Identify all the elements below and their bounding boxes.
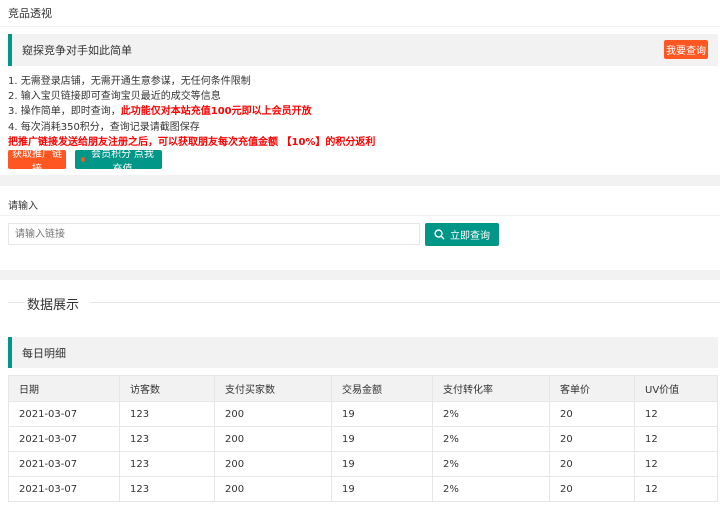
submit-query-button[interactable]: 立即查询: [425, 223, 499, 246]
table-row: 2021-03-07 123 200 19 2% 20 12: [8, 451, 718, 477]
table-cell: 200: [214, 451, 332, 477]
table-row: 2021-03-07 123 200 19 2% 20 12: [8, 401, 718, 427]
feature-item: 1. 无需登录店铺，无需开通生意参谋，无任何条件限制: [8, 76, 251, 87]
table-cell: 123: [119, 401, 215, 427]
daily-detail-table: 日期 访客数 支付买家数 交易金额 支付转化率 客单价 UV价值 2021-03…: [8, 375, 718, 502]
table-cell: 123: [119, 476, 215, 502]
divider: [0, 215, 720, 216]
table-cell: 20: [549, 451, 635, 477]
table-cell: 12: [634, 451, 718, 477]
table-cell: 19: [331, 451, 433, 477]
search-icon: [434, 229, 445, 240]
table-cell: 19: [331, 401, 433, 427]
table-header: 客单价: [549, 375, 635, 402]
divider: [90, 302, 720, 303]
recharge-button[interactable]: 会员积分 点我充值: [75, 149, 162, 175]
search-section: 请输入 立即查询: [0, 186, 720, 270]
table-row: 2021-03-07 123 200 19 2% 20 12: [8, 426, 718, 452]
table-cell: 19: [331, 426, 433, 452]
table-row: 2021-03-07 123 200 19 2% 20 12: [8, 476, 718, 502]
feature-item: 2. 输入宝贝链接即可查询宝贝最近的成交等信息: [8, 91, 221, 103]
table-cell: 2021-03-07: [8, 401, 120, 427]
table-header: 日期: [8, 375, 120, 402]
table-header: 支付买家数: [214, 375, 332, 402]
feature-highlight: 此功能仅对本站充值100元即以上会员开放: [120, 106, 312, 118]
table-header: UV价值: [634, 375, 718, 402]
table-header: 支付转化率: [432, 375, 550, 402]
table-cell: 12: [634, 476, 718, 502]
table-cell: 2%: [432, 401, 550, 427]
data-section-title: 数据展示: [27, 298, 80, 313]
feature-item: 3. 操作简单，即时查询，此功能仅对本站充值100元即以上会员开放: [8, 106, 312, 118]
table-cell: 200: [214, 476, 332, 502]
table-cell: 20: [549, 476, 635, 502]
table-cell: 20: [549, 401, 635, 427]
table-cell: 2%: [432, 476, 550, 502]
page-title: 竞品透视: [0, 0, 720, 27]
table-cell: 20: [549, 426, 635, 452]
table-cell: 2021-03-07: [8, 476, 120, 502]
table-cell: 200: [214, 426, 332, 452]
search-label: 请输入: [8, 201, 38, 212]
table-cell: 123: [119, 451, 215, 477]
query-request-button[interactable]: 我要查询: [664, 40, 708, 59]
table-cell: 12: [634, 401, 718, 427]
table-header-row: 日期 访客数 支付买家数 交易金额 支付转化率 客单价 UV价值: [8, 375, 718, 402]
table-header: 交易金额: [331, 375, 433, 402]
table-cell: 2%: [432, 451, 550, 477]
table-cell: 2%: [432, 426, 550, 452]
table-cell: 2021-03-07: [8, 426, 120, 452]
get-promo-link-button[interactable]: 获取推广链接: [8, 149, 66, 175]
intro-section: 窥探竞争对手如此简单 我要查询 1. 无需登录店铺，无需开通生意参谋，无任何条件…: [0, 27, 720, 175]
data-section: 数据展示 每日明细 日期 访客数 支付买家数 交易金额 支付转化率 客单价 UV…: [0, 280, 720, 512]
table-cell: 12: [634, 426, 718, 452]
dot-icon: [81, 157, 86, 162]
notice-bar: 窥探竞争对手如此简单: [8, 34, 718, 66]
table-cell: 200: [214, 401, 332, 427]
daily-detail-bar: 每日明细: [8, 337, 718, 368]
notice-text: 窥探竞争对手如此简单: [22, 44, 132, 57]
table-cell: 2021-03-07: [8, 451, 120, 477]
table-header: 访客数: [119, 375, 215, 402]
feature-list: 1. 无需登录店铺，无需开通生意参谋，无任何条件限制 2. 输入宝贝链接即可查询…: [8, 74, 375, 150]
table-cell: 19: [331, 476, 433, 502]
divider: [8, 302, 24, 303]
link-input[interactable]: [8, 223, 420, 245]
daily-detail-title: 每日明细: [22, 346, 66, 360]
table-cell: 123: [119, 426, 215, 452]
feature-item: 4. 每次消耗350积分，查询记录请截图保存: [8, 121, 200, 133]
